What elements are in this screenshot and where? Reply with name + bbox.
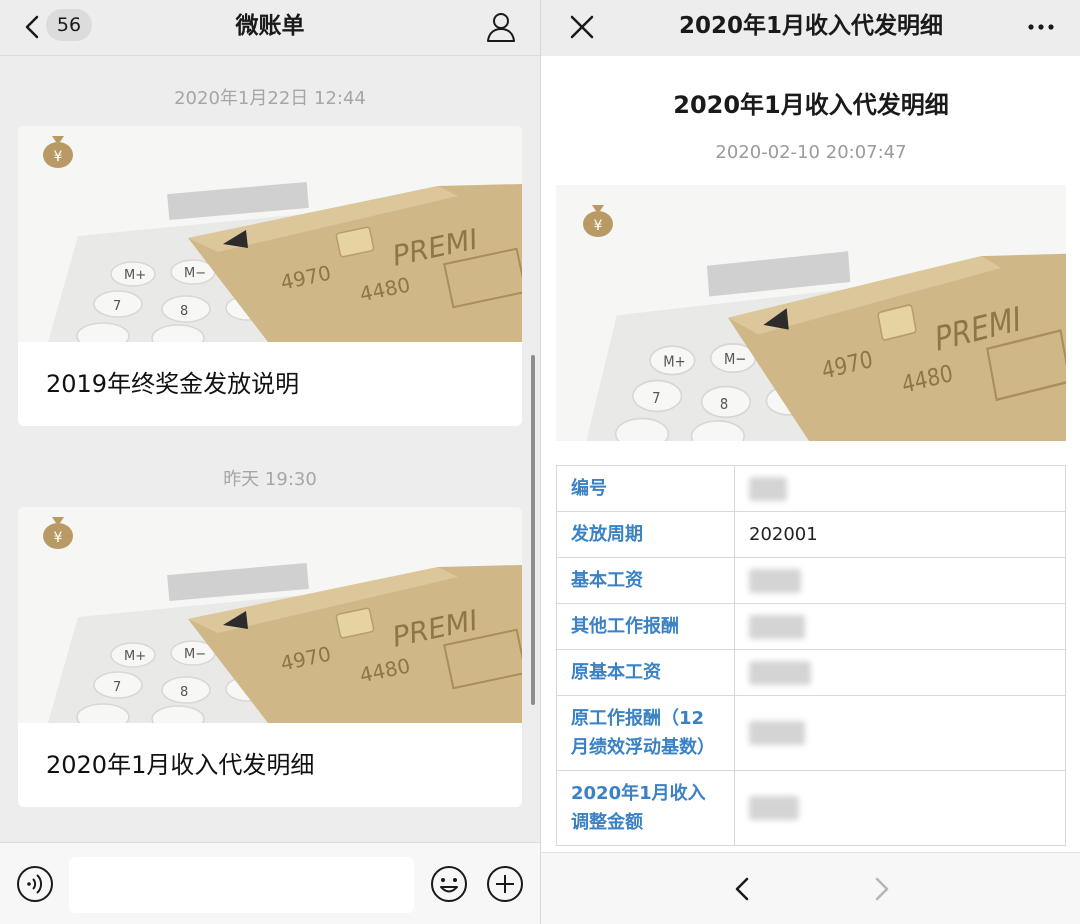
article-pane: 2020年1月收入代发明细 2020年1月收入代发明细 2020-02-10 2… bbox=[540, 0, 1080, 924]
app-screen: 56 微账单 2020年1月22日 12:44 2019年终奖金发放说明 昨天 … bbox=[0, 0, 1080, 924]
message-timestamp: 昨天 19:30 bbox=[223, 469, 317, 490]
voice-icon bbox=[17, 866, 53, 902]
yen-bag-icon bbox=[578, 199, 618, 239]
article-cover-image bbox=[556, 185, 1066, 441]
article-title: 2020年1月收入代发明细 bbox=[673, 91, 949, 119]
redacted-value bbox=[749, 568, 801, 593]
table-row: 2020年1月收入调整金额 bbox=[556, 770, 1066, 846]
back-icon bbox=[25, 15, 39, 39]
more-functions-button[interactable] bbox=[486, 865, 524, 903]
message-input[interactable] bbox=[69, 857, 414, 913]
row-label: 其他工作报酬 bbox=[556, 603, 735, 650]
card-title: 2019年终奖金发放说明 bbox=[46, 370, 300, 398]
input-bar bbox=[0, 842, 540, 924]
voice-button[interactable] bbox=[16, 865, 54, 903]
back-button[interactable] bbox=[18, 12, 48, 42]
table-row: 发放周期 202001 bbox=[556, 511, 1066, 558]
nav-forward-button[interactable] bbox=[863, 871, 899, 907]
row-label: 2020年1月收入调整金额 bbox=[556, 770, 735, 846]
message-card[interactable]: 2019年终奖金发放说明 bbox=[18, 126, 522, 426]
row-label: 原基本工资 bbox=[556, 649, 735, 696]
more-button[interactable] bbox=[1025, 12, 1057, 42]
card-title: 2020年1月收入代发明细 bbox=[46, 751, 315, 779]
row-value bbox=[734, 603, 1066, 650]
person-icon bbox=[487, 13, 515, 42]
close-icon bbox=[570, 15, 594, 39]
article-date: 2020-02-10 20:07:47 bbox=[715, 142, 907, 163]
row-label: 基本工资 bbox=[556, 557, 735, 604]
nav-forward-icon bbox=[875, 877, 889, 901]
more-icon bbox=[1028, 24, 1054, 30]
article-header: 2020年1月收入代发明细 bbox=[541, 0, 1080, 56]
redacted-value bbox=[749, 796, 799, 820]
row-value bbox=[734, 770, 1066, 846]
nav-back-button[interactable] bbox=[725, 871, 761, 907]
emoji-icon bbox=[431, 866, 467, 902]
income-detail-table: 编号 发放周期 202001 基本工资 其他工作报酬 原基本工资 原工作报酬（1… bbox=[556, 465, 1066, 846]
row-value bbox=[734, 649, 1066, 696]
redacted-value bbox=[749, 476, 787, 501]
card-cover-image bbox=[18, 126, 522, 342]
chat-header: 56 微账单 bbox=[0, 0, 540, 56]
redacted-value bbox=[749, 660, 811, 685]
yen-bag-icon bbox=[38, 130, 78, 170]
table-row: 编号 bbox=[556, 465, 1066, 512]
table-row: 基本工资 bbox=[556, 557, 1066, 604]
nav-back-icon bbox=[735, 877, 749, 901]
yen-bag-icon bbox=[38, 511, 78, 551]
emoji-button[interactable] bbox=[430, 865, 468, 903]
row-value bbox=[734, 465, 1066, 512]
browser-nav-bar bbox=[541, 852, 1080, 924]
row-label: 原工作报酬（12月绩效浮动基数） bbox=[556, 695, 735, 771]
row-value bbox=[734, 695, 1066, 771]
redacted-value bbox=[749, 614, 805, 639]
table-row: 原基本工资 bbox=[556, 649, 1066, 696]
row-label: 发放周期 bbox=[556, 511, 735, 558]
chat-pane: 56 微账单 2020年1月22日 12:44 2019年终奖金发放说明 昨天 … bbox=[0, 0, 540, 924]
row-label: 编号 bbox=[556, 465, 735, 512]
profile-button[interactable] bbox=[484, 10, 518, 44]
plus-icon bbox=[487, 866, 523, 902]
redacted-value bbox=[749, 721, 805, 745]
table-row: 原工作报酬（12月绩效浮动基数） bbox=[556, 695, 1066, 771]
message-timestamp: 2020年1月22日 12:44 bbox=[174, 88, 366, 109]
message-card[interactable]: 2020年1月收入代发明细 bbox=[18, 507, 522, 807]
table-row: 其他工作报酬 bbox=[556, 603, 1066, 650]
scrollbar[interactable] bbox=[531, 355, 535, 705]
close-button[interactable] bbox=[567, 12, 597, 42]
row-value: 202001 bbox=[734, 511, 1066, 558]
unread-count-badge[interactable]: 56 bbox=[46, 9, 92, 41]
row-value bbox=[734, 557, 1066, 604]
article-header-title: 2020年1月收入代发明细 bbox=[678, 13, 944, 39]
card-cover-image bbox=[18, 507, 522, 723]
